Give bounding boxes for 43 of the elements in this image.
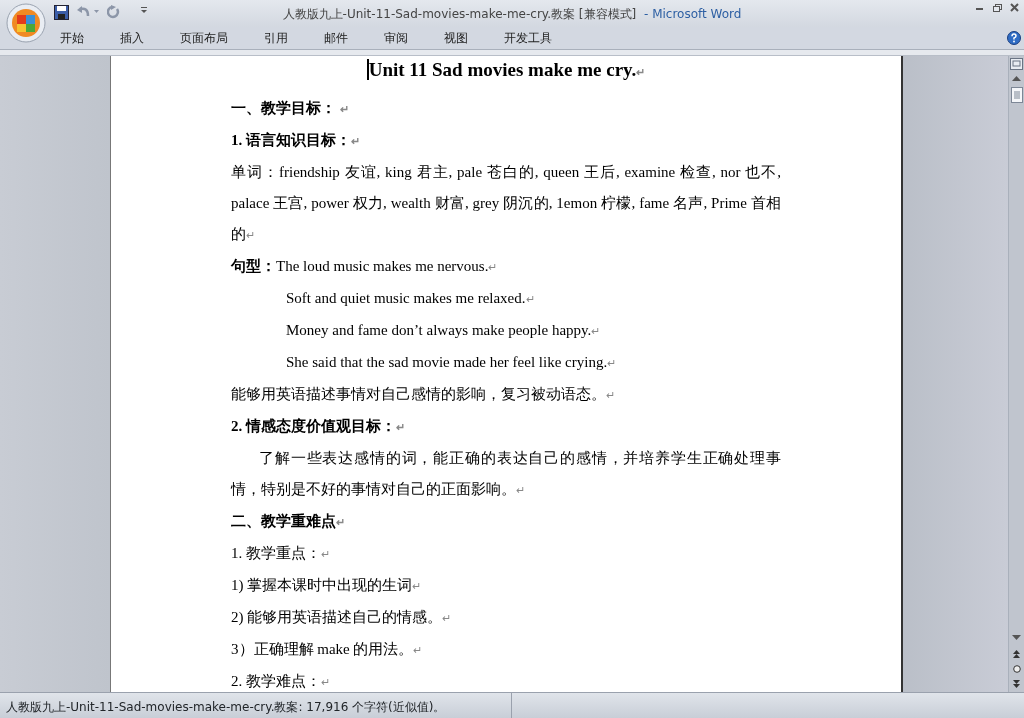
scroll-up-icon[interactable] bbox=[1012, 76, 1021, 81]
scroll-thumb[interactable] bbox=[1010, 87, 1023, 103]
browse-object-icon[interactable] bbox=[1012, 665, 1021, 673]
example-sentence: Soft and quiet music makes me relaxed.↵ bbox=[286, 290, 535, 306]
paragraph: 单词：friendship 友谊, king 君主, pale 苍白的, queen 王后, examine 检查, nor 也不, palace 王宫, power 权力, wealth 财富, grey 阴沉的, 1emon 柠檬, fame 名声, Prime 首相的↵ bbox=[231, 164, 781, 242]
close-icon[interactable] bbox=[1010, 3, 1019, 12]
example-sentence: She said that the sad movie made her feel like crying.↵ bbox=[286, 354, 617, 370]
paragraph: 2) 能够用英语描述自己的情感。↵ bbox=[231, 609, 452, 625]
paragraph: 1. 教学重点：↵ bbox=[231, 545, 330, 561]
section-heading: 一、教学目标： ↵ bbox=[231, 100, 349, 116]
section-heading: 二、教学重难点↵ bbox=[231, 513, 345, 529]
section-heading: 2. 情感态度价值观目标：↵ bbox=[231, 418, 405, 434]
redo-icon[interactable] bbox=[107, 5, 120, 19]
ribbon-tab[interactable]: 开始 bbox=[49, 26, 95, 50]
paragraph: 3）正确理解 make 的用法。↵ bbox=[231, 641, 423, 657]
example-sentence: Money and fame don’t always make people happy.↵ bbox=[286, 322, 601, 338]
paragraph: 2. 教学难点：↵ bbox=[231, 673, 330, 689]
ribbon-tab[interactable]: 开发工具 bbox=[493, 26, 563, 50]
ribbon-tab[interactable]: 视图 bbox=[433, 26, 479, 50]
status-text: 人教版九上-Unit-11-Sad-movies-make-me-cry.教案: 17,916 个字符(近似值)。 bbox=[6, 700, 446, 714]
section-heading: 1. 语言知识目标：↵ bbox=[231, 132, 360, 148]
document-title: Unit 11 Sad movies make me cry.↵ bbox=[366, 59, 646, 80]
paragraph: 句型：The loud music makes me nervous.↵ bbox=[231, 258, 498, 274]
caret-icon[interactable] bbox=[94, 10, 99, 13]
previous-page-icon[interactable] bbox=[1013, 650, 1020, 658]
paragraph: 了解一些表达感情的词，能正确的表达自己的感情，并培养学生正确处理事情，特别是不好的事情对自己的正面影响。↵ bbox=[231, 450, 781, 497]
ribbon-tab[interactable]: 页面布局 bbox=[169, 26, 239, 50]
ribbon-tab[interactable]: 审阅 bbox=[373, 26, 419, 50]
restore-icon[interactable] bbox=[993, 4, 1002, 12]
window-title: 人教版九上-Unit-11-Sad-movies-make-me-cry.教案 [兼容模式] bbox=[282, 7, 637, 21]
app-name: - Microsoft Word bbox=[643, 7, 742, 21]
ribbon-tab[interactable]: 插入 bbox=[109, 26, 155, 50]
ruler-icon[interactable] bbox=[1010, 58, 1023, 70]
paragraph: 能够用英语描述事情对自己感情的影响，复习被动语态。↵ bbox=[231, 386, 615, 402]
ribbon-tab[interactable]: 引用 bbox=[253, 26, 299, 50]
undo-icon[interactable] bbox=[77, 6, 91, 18]
paragraph: 1) 掌握本课时中出现的生词↵ bbox=[231, 577, 422, 593]
save-icon[interactable] bbox=[54, 5, 69, 20]
help-icon[interactable] bbox=[1007, 31, 1021, 45]
scroll-down-icon[interactable] bbox=[1012, 635, 1021, 640]
next-page-icon[interactable] bbox=[1013, 680, 1020, 688]
ribbon-tab[interactable]: 邮件 bbox=[313, 26, 359, 50]
customize-caret-icon[interactable] bbox=[141, 7, 147, 13]
